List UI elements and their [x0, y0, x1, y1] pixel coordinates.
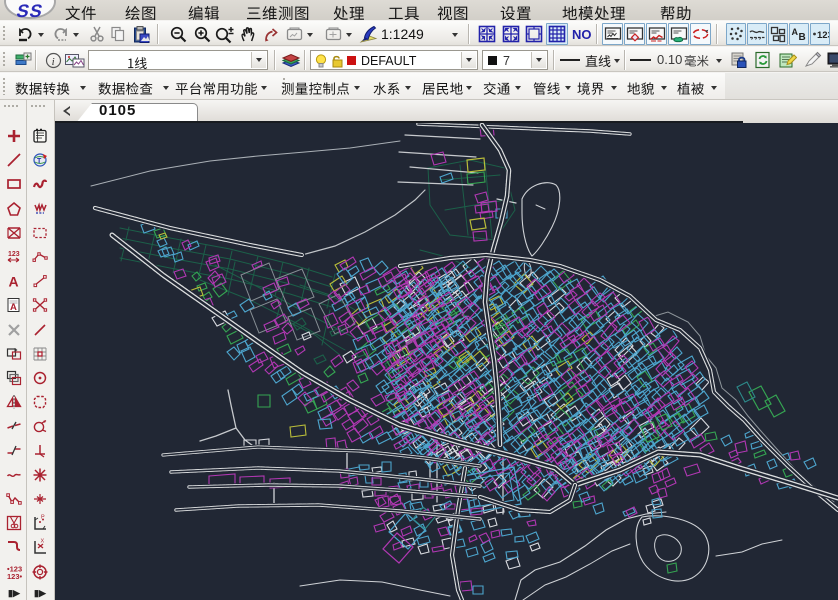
svg-text:A: A: [792, 27, 799, 37]
svg-text:T: T: [37, 158, 42, 165]
svg-text:123•: 123•: [7, 572, 23, 581]
svg-text:X: X: [41, 539, 45, 545]
svg-text:A: A: [10, 302, 17, 313]
svg-text:P: P: [41, 515, 45, 521]
svg-text:A: A: [9, 274, 19, 290]
svg-text:123: 123: [8, 251, 20, 258]
svg-text:B: B: [799, 32, 806, 43]
svg-text:i: i: [51, 56, 54, 68]
svg-text:123: 123: [817, 30, 829, 41]
svg-text:NO: NO: [572, 27, 592, 42]
